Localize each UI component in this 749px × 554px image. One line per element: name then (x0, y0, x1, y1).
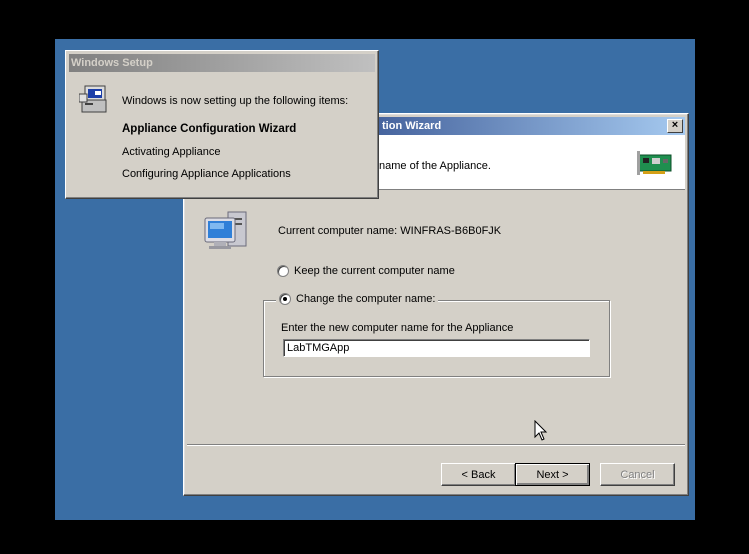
change-name-label: Change the computer name: (296, 293, 436, 305)
setup-computer-icon (79, 85, 107, 113)
keep-name-radio[interactable]: Keep the current computer name (277, 265, 455, 277)
close-button[interactable]: × (667, 119, 683, 133)
setup-item-activating: Activating Appliance (122, 146, 221, 158)
mouse-cursor-icon (534, 420, 548, 441)
setup-item-configuration-wizard: Appliance Configuration Wizard (122, 123, 297, 135)
keep-name-label: Keep the current computer name (294, 265, 455, 277)
back-button[interactable]: < Back (441, 463, 516, 486)
setup-titlebar[interactable]: Windows Setup (69, 54, 375, 72)
radio-icon[interactable] (277, 265, 289, 277)
next-button[interactable]: Next > (515, 463, 590, 486)
enter-name-label: Enter the new computer name for the Appl… (281, 322, 514, 334)
current-computer-name: Current computer name: WINFRAS-B6B0FJK (278, 225, 502, 237)
computer-icon (204, 211, 247, 249)
header-subtitle: name of the Appliance. (379, 160, 491, 172)
change-name-radio[interactable]: Change the computer name: (276, 293, 439, 305)
setup-item-configuring-apps: Configuring Appliance Applications (122, 168, 291, 180)
network-card-icon (637, 151, 672, 175)
close-icon: × (671, 119, 679, 131)
setup-window: Windows Setup Windows is now setting up … (65, 50, 379, 199)
radio-checked-icon[interactable] (279, 293, 291, 305)
button-separator (187, 444, 685, 446)
setup-intro: Windows is now setting up the following … (122, 95, 349, 107)
setup-title: Windows Setup (71, 57, 153, 69)
computer-name-input[interactable] (283, 339, 590, 357)
cancel-button[interactable]: Cancel (600, 463, 675, 486)
wizard-title: tion Wizard (382, 120, 442, 132)
